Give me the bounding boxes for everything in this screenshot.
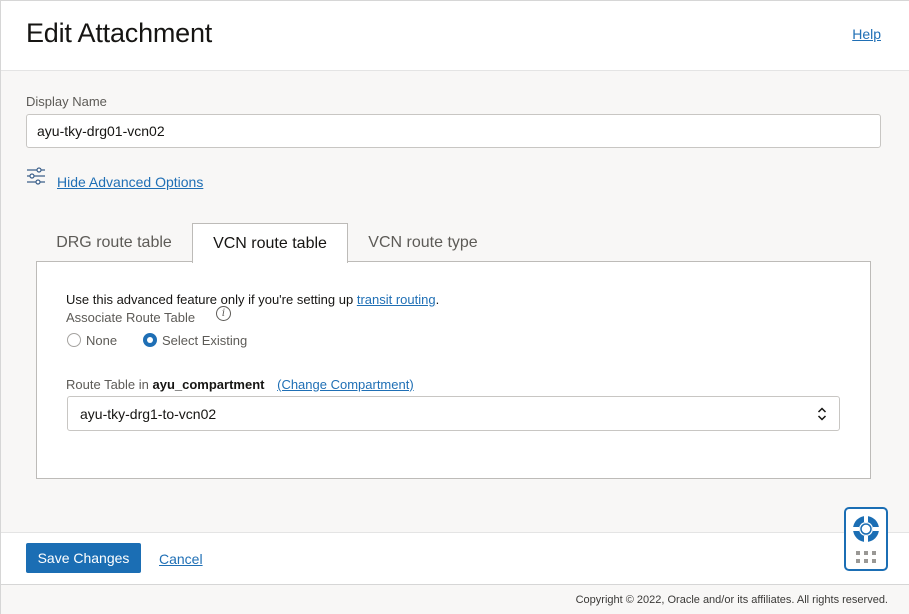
radio-select-existing-label: Select Existing [162, 332, 248, 348]
help-widget[interactable] [844, 507, 888, 571]
note-suffix: . [435, 292, 440, 307]
route-table-label: Route Table in [66, 377, 149, 392]
page-title: Edit Attachment [26, 18, 213, 48]
sliders-icon[interactable] [26, 166, 46, 186]
grid-dots-icon [856, 551, 876, 563]
help-link[interactable]: Help [852, 26, 881, 42]
chevron-updown-icon [817, 406, 827, 421]
transit-routing-link[interactable]: transit routing [357, 292, 436, 307]
radio-none-label: None [86, 332, 118, 348]
associate-route-table-label: Associate Route Table [66, 310, 196, 325]
note-text: Use this advanced feature only if you're… [66, 292, 357, 307]
info-icon[interactable]: i [216, 306, 231, 321]
tab-vcn-route-type[interactable]: VCN route type [349, 223, 497, 262]
route-table-compartment-label: Route Table in ayu_compartment (Change C… [66, 377, 414, 392]
radio-select-existing[interactable]: Select Existing [143, 332, 247, 348]
save-changes-button[interactable]: Save Changes [26, 543, 141, 573]
change-compartment-link[interactable]: (Change Compartment) [277, 377, 414, 392]
tab-drg-route-table[interactable]: DRG route table [37, 223, 191, 262]
lifebuoy-icon [853, 516, 879, 542]
radio-none[interactable]: None [67, 332, 117, 348]
route-table-select[interactable]: ayu-tky-drg1-to-vcn02 [67, 396, 840, 431]
compartment-name: ayu_compartment [152, 377, 265, 392]
radio-select-existing-circle[interactable] [143, 333, 157, 347]
radio-none-circle[interactable] [67, 333, 81, 347]
display-name-label: Display Name [26, 94, 107, 109]
route-table-selected-value: ayu-tky-drg1-to-vcn02 [80, 405, 217, 422]
hide-advanced-options-link[interactable]: Hide Advanced Options [57, 174, 203, 190]
copyright-text: Copyright © 2022, Oracle and/or its affi… [575, 594, 888, 606]
transit-routing-note: Use this advanced feature only if you're… [66, 292, 439, 307]
display-name-input[interactable] [26, 114, 881, 148]
cancel-link[interactable]: Cancel [159, 551, 203, 567]
tab-vcn-route-table[interactable]: VCN route table [192, 223, 348, 263]
